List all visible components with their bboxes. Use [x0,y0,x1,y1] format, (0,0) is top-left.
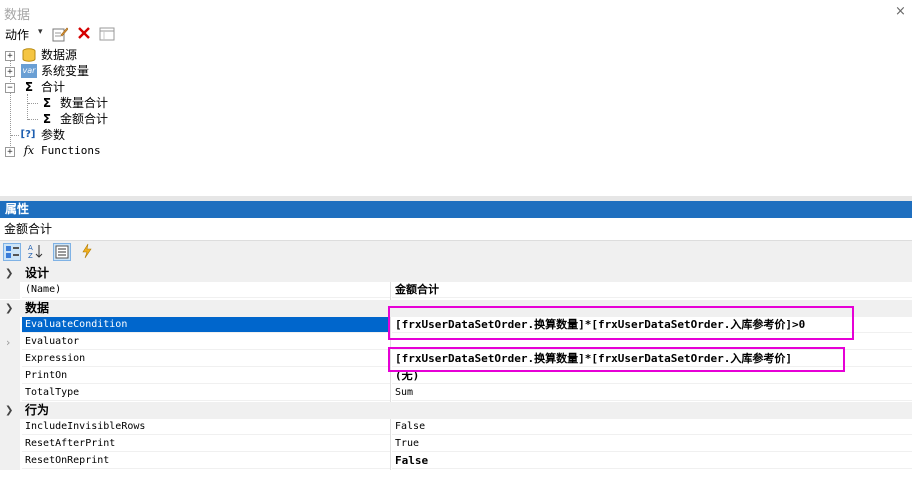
properties-view-icon[interactable] [53,243,71,261]
row-gutter [0,419,20,436]
property-name: Expression [22,351,390,367]
category-design[interactable]: ❯ 设计 [0,265,912,282]
tree-item-datasource[interactable]: + 数据源 [0,47,200,63]
close-icon[interactable]: × [895,4,906,19]
selected-object-name: 金额合计 [4,222,53,236]
category-label: 行为 [25,403,50,417]
categorized-view-icon[interactable] [3,243,21,261]
property-value[interactable]: Sum [392,385,912,401]
tree-item-totals[interactable]: − Σ 合计 [0,79,200,95]
delete-icon[interactable] [76,25,92,41]
tree-item-label: Functions [41,144,101,157]
tree-item-parameters[interactable]: [?] 参数 [0,127,200,143]
svg-text:Z: Z [28,252,33,259]
expand-arrow-icon[interactable]: › [6,334,10,351]
database-icon [21,48,37,62]
tree-item-quantity-total[interactable]: Σ 数量合计 [0,95,200,111]
category-behavior[interactable]: ❯ 行为 [0,402,912,419]
var-icon: var [21,64,37,78]
property-name: ResetOnReprint [22,453,390,469]
chevron-down-icon[interactable]: ❯ [5,265,13,282]
property-name: (Name) [22,282,390,298]
properties-panel-title: 属性 [0,201,912,218]
property-row-name[interactable]: (Name) 金额合计 [0,282,912,299]
parameter-icon: [?] [20,129,36,140]
row-gutter [0,282,20,299]
sigma-icon: Σ [42,96,52,110]
property-grid: ❯ 设计 (Name) 金额合计 ❯ 数据 EvaluateCondition … [0,265,912,484]
alphabetical-sort-icon[interactable]: AZ [26,243,44,261]
chevron-down-icon[interactable]: ❯ [5,402,13,419]
property-name: EvaluateCondition [22,317,390,333]
tree-item-label: 合计 [41,80,66,94]
expand-icon[interactable]: + [5,67,15,77]
property-name: PrintOn [22,368,390,384]
properties-toolbar [0,240,912,265]
view-icon[interactable] [99,26,115,42]
row-gutter [0,351,20,368]
tree-item-system-variables[interactable]: + var 系统变量 [0,63,200,79]
property-name: ResetAfterPrint [22,436,390,452]
tree-item-label: 系统变量 [41,64,90,78]
function-icon: fx [23,144,35,157]
row-gutter [0,368,20,385]
row-gutter [0,436,20,453]
tree-item-amount-total[interactable]: Σ 金额合计 [0,111,200,127]
property-row-includeinvisiblerows[interactable]: IncludeInvisibleRows False [0,419,912,436]
row-gutter [0,453,20,470]
expand-icon[interactable]: + [5,51,15,61]
tree-item-label: 参数 [41,128,66,142]
data-panel-title: 数据 [4,8,31,23]
property-name: Evaluator [22,334,390,350]
chevron-down-icon[interactable]: ▾ [38,27,43,37]
category-label: 数据 [25,301,50,315]
actions-menu-button[interactable]: 动作 [5,26,29,43]
tree-item-functions[interactable]: + fx Functions [0,143,200,159]
property-value[interactable]: False [392,419,912,435]
expand-icon[interactable]: + [5,147,15,157]
collapse-icon[interactable]: − [5,83,15,93]
category-label: 设计 [25,266,50,280]
column-divider [390,419,391,470]
column-divider [390,282,391,300]
property-name: TotalType [22,385,390,401]
property-row-resetonreprint[interactable]: ResetOnReprint False [0,453,912,470]
sigma-icon: Σ [42,112,52,126]
svg-text:A: A [28,244,33,252]
chevron-down-icon[interactable]: ❯ [5,300,13,317]
highlight-box [388,347,845,372]
row-gutter [0,317,20,334]
property-row-resetafterprint[interactable]: ResetAfterPrint True [0,436,912,453]
property-value[interactable]: 金额合计 [392,282,912,298]
sigma-icon: Σ [24,80,34,94]
events-lightning-icon[interactable] [78,243,96,261]
tree-item-label: 金额合计 [60,112,109,126]
row-gutter [0,385,20,402]
tree-item-label: 数据源 [41,48,78,62]
property-row-totaltype[interactable]: TotalType Sum [0,385,912,402]
edit-icon[interactable] [52,26,69,42]
property-value[interactable]: False [392,453,912,469]
tree-item-label: 数量合计 [60,96,109,110]
property-value[interactable]: True [392,436,912,452]
property-name: IncludeInvisibleRows [22,419,390,435]
highlight-box [388,306,854,340]
